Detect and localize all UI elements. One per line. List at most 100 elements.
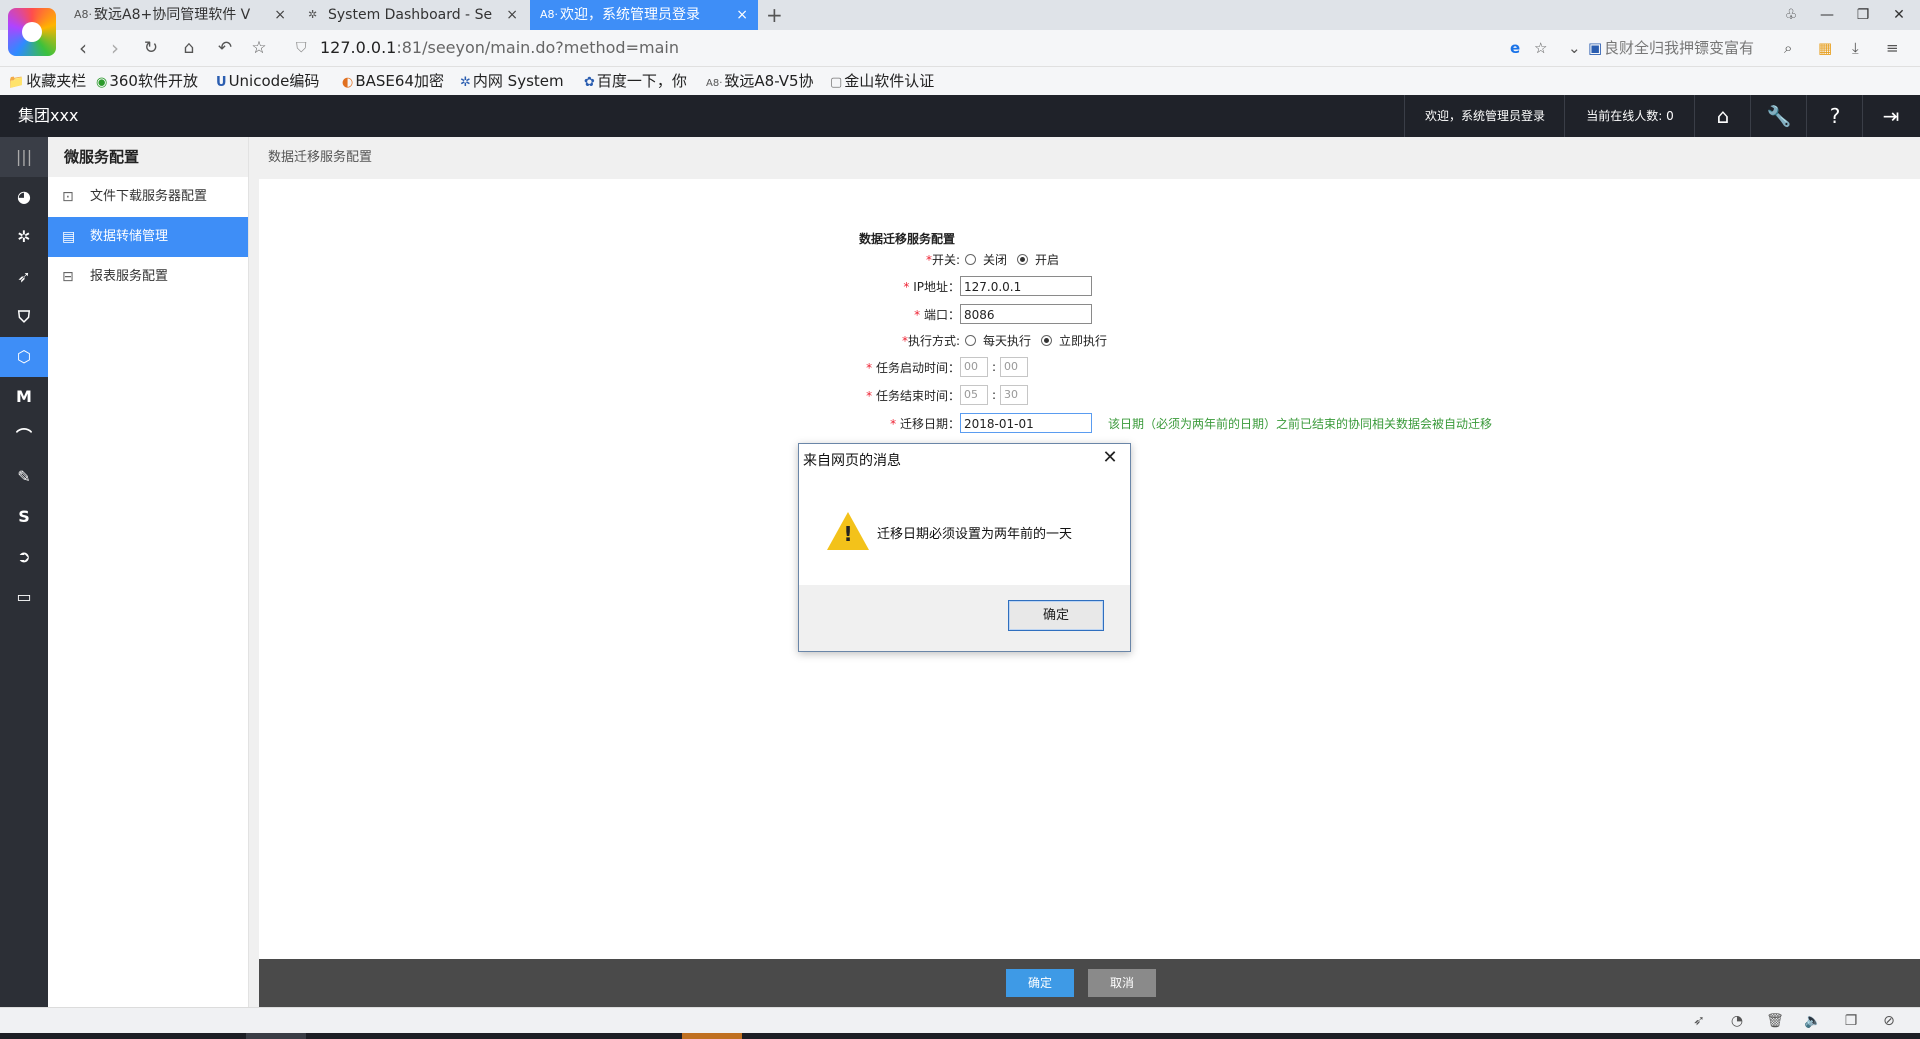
bookmark-star-icon[interactable]: ☆ [244, 30, 274, 66]
os-taskbar [0, 1033, 1920, 1039]
cancel-button[interactable]: 取消 [1088, 969, 1156, 997]
browser-tab-a8[interactable]: A8· 致远A8+协同管理软件 V × [64, 0, 296, 30]
a8-favicon-icon: A8· [540, 8, 559, 21]
end-minute-input[interactable]: 30 [1000, 385, 1028, 405]
taskbar-item[interactable] [682, 1033, 742, 1039]
help-icon[interactable]: ? [1806, 95, 1863, 137]
splitter[interactable] [249, 137, 259, 1007]
bookmark-item[interactable]: A8· 致远A8-V5协 [706, 67, 814, 98]
confirm-button[interactable]: 确定 [1006, 969, 1074, 997]
menu-icon[interactable]: ||| [0, 137, 48, 177]
window-icon[interactable]: ❐ [1836, 1008, 1866, 1034]
date-label: * 迁移日期： [890, 417, 960, 431]
start-hour-input[interactable]: 00 [960, 357, 988, 377]
taskbar-item[interactable] [246, 1033, 306, 1039]
start-minute-input[interactable]: 00 [1000, 357, 1028, 377]
search-icon[interactable]: ⌕ [1784, 30, 1792, 66]
browser-tab-dashboard[interactable]: ✲ System Dashboard - Se × [298, 0, 528, 30]
apps-icon[interactable]: ▦ [1818, 30, 1832, 66]
mode-now-radio[interactable] [1041, 335, 1052, 346]
home-icon[interactable]: ⌂ [1694, 95, 1751, 137]
dialog-title: 来自网页的消息 [803, 453, 901, 469]
bookmark-item[interactable]: ▢ 金山软件认证 [830, 67, 934, 97]
bookmark-item[interactable]: ✲ 内网 System [460, 67, 564, 97]
address-bar[interactable]: 127.0.0.1:81/seeyon/main.do?method=main [320, 30, 679, 66]
logout-icon[interactable]: ⇥ [1862, 95, 1919, 137]
skin-icon[interactable]: ♧ [1776, 0, 1806, 30]
search-input[interactable]: 良财全归我押镖变富有 [1604, 30, 1774, 66]
bookmark-item[interactable]: ◐ BASE64加密 [342, 67, 444, 97]
search-engine-icon[interactable]: ▣ [1588, 30, 1602, 66]
ie-mode-icon[interactable]: e [1510, 30, 1520, 66]
bookmark-item[interactable]: 📁 收藏夹栏 [8, 67, 86, 97]
forward-icon[interactable]: ➲ [0, 537, 48, 577]
port-input[interactable]: 8086 [960, 304, 1092, 324]
mode-daily-radio[interactable] [965, 335, 976, 346]
bookmark-item[interactable]: ✿ 百度一下，你 [584, 67, 687, 97]
wrench-icon[interactable]: 🔧 [1750, 95, 1807, 137]
favorite-star-icon[interactable]: ☆ [1534, 30, 1547, 66]
dialog-close-icon[interactable]: ✕ [1098, 446, 1122, 470]
tab-title: 欢迎，系统管理员登录 [560, 7, 700, 23]
settings-icon[interactable]: ✲ [0, 217, 48, 257]
clean-icon[interactable]: 🗑 [1760, 1008, 1790, 1034]
browser-nav-bar: ‹ › ↻ ⌂ ↶ ☆ ⛉ 127.0.0.1:81/seeyon/main.d… [0, 30, 1920, 67]
sound-icon[interactable]: 🔈 [1798, 1008, 1828, 1034]
dashboard-icon[interactable]: ◕ [0, 177, 48, 217]
ip-input[interactable]: 127.0.0.1 [960, 276, 1092, 296]
browser-tab-welcome[interactable]: A8· 欢迎，系统管理员登录 × [530, 0, 758, 30]
port-row: * 端口： 8086 [800, 303, 1500, 327]
minimize-button[interactable]: — [1812, 0, 1842, 30]
dialog-ok-button[interactable]: 确定 [1008, 600, 1104, 631]
curve-icon[interactable]: ⌒ [0, 417, 48, 457]
submenu-item-data-storage[interactable]: ▤ 数据转储管理 [48, 217, 248, 257]
back-icon[interactable]: ‹ [68, 30, 98, 66]
zoom-icon[interactable]: ⊘ [1874, 1008, 1904, 1034]
submenu-item-report[interactable]: ⊟ 报表服务配置 [48, 257, 248, 297]
bookmark-item[interactable]: ◉ 360软件开放 [96, 67, 198, 97]
switch-off-radio[interactable] [965, 254, 976, 265]
bookmark-label: Unicode编码 [228, 72, 320, 90]
new-tab-button[interactable]: + [766, 0, 783, 30]
pen-icon[interactable]: ✎ [0, 457, 48, 497]
dropdown-icon[interactable]: ⌄ [1568, 30, 1581, 66]
undo-icon[interactable]: ↶ [210, 30, 240, 66]
m-icon[interactable]: M [0, 377, 48, 417]
system-icon: ✲ [460, 75, 471, 90]
report-icon: ⊟ [62, 269, 74, 285]
end-hour-input[interactable]: 05 [960, 385, 988, 405]
menu-icon[interactable]: ≡ [1886, 30, 1899, 66]
bookmark-item[interactable]: U Unicode编码 [216, 67, 319, 97]
dialog-message: 迁移日期必须设置为两年前的一天 [877, 527, 1073, 542]
welcome-text: 欢迎，系统管理员登录 [1404, 95, 1565, 137]
doc-icon: ▢ [830, 75, 843, 90]
home-icon[interactable]: ⌂ [174, 30, 204, 66]
switch-on-radio[interactable] [1017, 254, 1028, 265]
s-icon[interactable]: S [0, 497, 48, 537]
reload-icon[interactable]: ↻ [136, 30, 166, 66]
forward-icon[interactable]: › [100, 30, 130, 66]
tab-close-icon[interactable]: × [736, 0, 748, 30]
tab-close-icon[interactable]: × [274, 0, 286, 30]
close-window-button[interactable]: ✕ [1884, 0, 1914, 30]
rocket-icon[interactable]: ➶ [0, 257, 48, 297]
port-label: * 端口： [914, 308, 960, 322]
browser-status-bar: ➶ ◔ 🗑 🔈 ❐ ⊘ [0, 1007, 1920, 1034]
browser-logo[interactable] [8, 8, 56, 56]
speed-icon[interactable]: ◔ [1722, 1008, 1752, 1034]
bookmarks-bar: 📁 收藏夹栏 ◉ 360软件开放 U Unicode编码 ◐ BASE64加密 ✲ 内网 … [0, 67, 1920, 95]
start-time-label: * 任务启动时间： [866, 361, 960, 375]
tab-title: System Dashboard - Se [328, 7, 493, 23]
address-path: :81/seeyon/main.do?method=main [396, 38, 679, 57]
submenu-item-file-download[interactable]: ⊡ 文件下载服务器配置 [48, 177, 248, 217]
tab-close-icon[interactable]: × [506, 0, 518, 30]
shield-icon[interactable]: ⛉ [0, 297, 48, 337]
hexagon-icon[interactable]: ⬡ [0, 337, 48, 377]
migration-date-input[interactable]: 2018-01-01 [960, 413, 1092, 433]
download-icon[interactable]: ⤓ [1852, 30, 1859, 66]
tab-title: 致远A8+协同管理软件 V [94, 7, 251, 23]
accelerate-icon[interactable]: ➶ [1684, 1008, 1714, 1034]
download-icon: ⊡ [62, 189, 74, 205]
monitor-icon[interactable]: ▭ [0, 577, 48, 617]
restore-button[interactable]: ❐ [1848, 0, 1878, 30]
